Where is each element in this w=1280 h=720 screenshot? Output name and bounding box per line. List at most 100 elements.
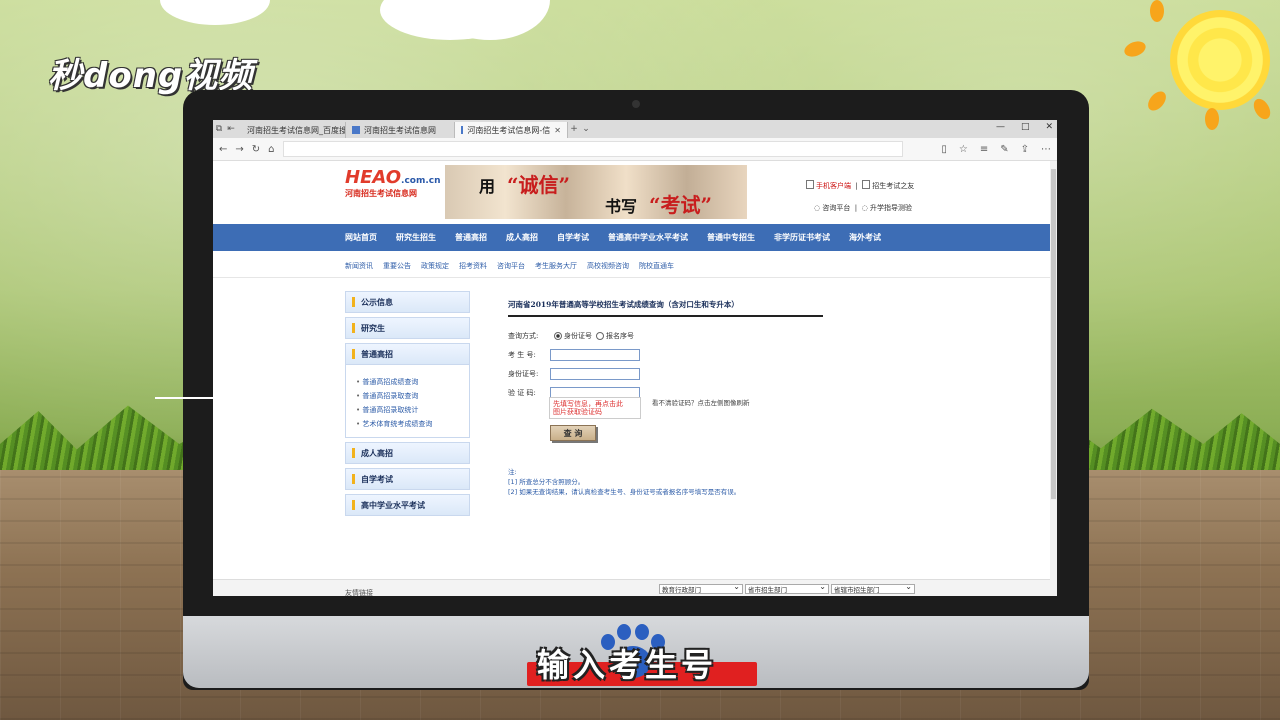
sidebar-subitem[interactable]: 普通高招录取统计 — [356, 403, 469, 417]
id-number-input[interactable] — [550, 368, 640, 380]
book-icon — [862, 180, 871, 189]
scrollbar[interactable] — [1050, 161, 1057, 596]
field-label: 考 生 号: — [508, 351, 536, 359]
reading-view-icon[interactable]: ▯ — [941, 144, 947, 155]
share-icon[interactable]: ⇪ — [1021, 144, 1029, 155]
query-mode-row: 查询方式: 身份证号 报名序号 — [508, 329, 823, 343]
bar-icon — [352, 323, 355, 333]
nav-item[interactable]: 网站首页 — [345, 232, 377, 243]
radio-label: 报名序号 — [606, 332, 634, 340]
web-page: HEAO.com.cn 河南招生考试信息网 用 “诚信” 书写 “考试” 手机客… — [213, 161, 1057, 596]
query-button[interactable]: 查 询 — [550, 425, 596, 441]
exam-number-input[interactable] — [550, 349, 640, 361]
subnav-item[interactable]: 院校直通车 — [639, 261, 674, 271]
subnav-item[interactable]: 政策规定 — [421, 261, 449, 271]
tab-preview-icon[interactable]: ⧉ — [213, 120, 225, 138]
window-controls: — □ ✕ — [996, 122, 1053, 132]
nav-item[interactable]: 海外考试 — [849, 232, 881, 243]
consult-link[interactable]: 咨询平台 — [822, 204, 850, 212]
subnav-item[interactable]: 考生服务大厅 — [535, 261, 577, 271]
note-item: [2] 如果无查询结果，请认真检查考生号、身份证号或者报名序号填写是否有误。 — [508, 488, 741, 496]
nav-item[interactable]: 自学考试 — [557, 232, 589, 243]
phone-icon — [806, 180, 814, 189]
note-item: [1] 所查总分不含照顾分。 — [508, 478, 585, 486]
friend-links-label: 友情链接 — [345, 589, 373, 596]
tab-aside-icon[interactable]: ⇤ — [225, 120, 237, 138]
nav-item[interactable]: 研究生招生 — [396, 232, 436, 243]
select-province-dept[interactable]: 省市招生部门 — [745, 582, 829, 594]
nav-item[interactable]: 普通高中学业水平考试 — [608, 232, 688, 243]
sidebar-item-graduate[interactable]: 研究生 — [345, 317, 470, 339]
scrollbar-thumb[interactable] — [1051, 169, 1056, 499]
address-bar: ← → ↻ ⌂ ▯ ☆ ≡ ✎ ⇪ ⋯ — [213, 138, 1057, 161]
favorite-icon[interactable]: ☆ — [959, 144, 968, 155]
subnav-item[interactable]: 新闻资讯 — [345, 261, 373, 271]
bar-icon — [352, 349, 355, 359]
query-mode-label: 查询方式: — [508, 332, 539, 340]
forward-icon[interactable]: → — [235, 144, 243, 155]
paw-toe — [617, 624, 631, 640]
captcha-image[interactable]: 先填写信息，再点击此 图片获取验证码 — [549, 397, 641, 419]
browser-tab-active[interactable]: 河南招生考试信息网-信 ✕ — [455, 122, 568, 138]
bar-icon — [352, 500, 355, 510]
subnav-item[interactable]: 招考资料 — [459, 261, 487, 271]
refresh-icon[interactable]: ↻ — [252, 144, 260, 155]
more-icon[interactable]: ⋯ — [1041, 144, 1051, 155]
favorites-hub-icon[interactable]: ≡ — [980, 144, 988, 155]
close-window-button[interactable]: ✕ — [1045, 122, 1053, 132]
close-icon[interactable]: ✕ — [554, 126, 561, 135]
site-logo[interactable]: HEAO.com.cn 河南招生考试信息网 — [345, 167, 441, 199]
sidebar-item-self-study[interactable]: 自学考试 — [345, 468, 470, 490]
select-edu-dept[interactable]: 教育行政部门 — [659, 582, 743, 594]
sidebar-item-adult[interactable]: 成人高招 — [345, 442, 470, 464]
notes: 注: [1] 所查总分不含照顾分。 [2] 如果无查询结果，请认真检查考生号、身… — [508, 467, 740, 497]
subnav-item[interactable]: 高校视频咨询 — [587, 261, 629, 271]
sidebar-subitem[interactable]: 普通高招录取查询 — [356, 389, 469, 403]
back-icon[interactable]: ← — [219, 144, 227, 155]
browser-tab[interactable]: 河南招生考试信息网_百度搜 — [237, 122, 346, 138]
field-label: 身份证号: — [508, 370, 539, 378]
bar-icon — [352, 297, 355, 307]
tab-bar: ⧉ ⇤ 河南招生考试信息网_百度搜 河南招生考试信息网 河南招生考试信息网-信 … — [213, 120, 1057, 138]
pen-icon[interactable]: ✎ — [1000, 144, 1008, 155]
favicon-icon — [461, 126, 464, 134]
browser-tab[interactable]: 河南招生考试信息网 — [346, 122, 455, 138]
bar-icon — [352, 474, 355, 484]
maximize-button[interactable]: □ — [1021, 122, 1030, 132]
tab-title: 河南招生考试信息网-信 — [467, 125, 551, 135]
sidebar-item-public-info[interactable]: 公示信息 — [345, 291, 470, 313]
sidebar-subitem[interactable]: 普通高招成绩查询 — [356, 375, 469, 389]
subnav-item[interactable]: 咨询平台 — [497, 261, 525, 271]
footer-bar: 友情链接 教育行政部门 省市招生部门 省辖市招生部门 — [213, 579, 1057, 596]
chevron-down-icon[interactable]: ⌄ — [580, 120, 592, 138]
sidebar-item-general[interactable]: 普通高招 — [345, 343, 470, 365]
minimize-button[interactable]: — — [996, 122, 1005, 132]
radio-label: 身份证号 — [564, 332, 592, 340]
banner-text: “考试” — [649, 193, 713, 217]
nav-item[interactable]: 普通高招 — [455, 232, 487, 243]
select-city-dept[interactable]: 省辖市招生部门 — [831, 582, 915, 594]
subnav-item[interactable]: 重要公告 — [383, 261, 411, 271]
new-tab-button[interactable]: + — [568, 120, 580, 138]
sidebar-subitem[interactable]: 艺术体育统考成绩查询 — [356, 417, 469, 431]
sun-ray — [1150, 0, 1164, 22]
radio-registration-number[interactable] — [596, 332, 604, 340]
exam-friend-link[interactable]: 招生考试之友 — [872, 182, 914, 190]
sidebar-submenu: 普通高招成绩查询 普通高招录取查询 普通高招录取统计 艺术体育统考成绩查询 — [345, 365, 470, 438]
nav-item[interactable]: 成人高招 — [506, 232, 538, 243]
url-input[interactable] — [282, 141, 903, 157]
exam-number-row: 考 生 号: — [508, 348, 823, 362]
sidebar-item-highschool[interactable]: 高中学业水平考试 — [345, 494, 470, 516]
nav-item[interactable]: 普通中专招生 — [707, 232, 755, 243]
nav-item[interactable]: 非学历证书考试 — [774, 232, 830, 243]
guide-link[interactable]: 升学指导测验 — [870, 204, 912, 212]
mobile-client-link[interactable]: 手机客户端 — [816, 182, 851, 190]
sidebar: 公示信息 研究生 普通高招 普通高招成绩查询 普通高招录取查询 普通高招录取统计… — [345, 291, 470, 520]
notes-title: 注: — [508, 468, 517, 476]
browser-window: ⧉ ⇤ 河南招生考试信息网_百度搜 河南招生考试信息网 河南招生考试信息网-信 … — [213, 120, 1057, 596]
camera-icon — [632, 100, 640, 108]
radio-id-number[interactable] — [554, 332, 562, 340]
home-icon[interactable]: ⌂ — [268, 144, 274, 155]
tab-title: 河南招生考试信息网 — [364, 125, 436, 135]
site-header: HEAO.com.cn 河南招生考试信息网 用 “诚信” 书写 “考试” 手机客… — [213, 161, 1057, 225]
